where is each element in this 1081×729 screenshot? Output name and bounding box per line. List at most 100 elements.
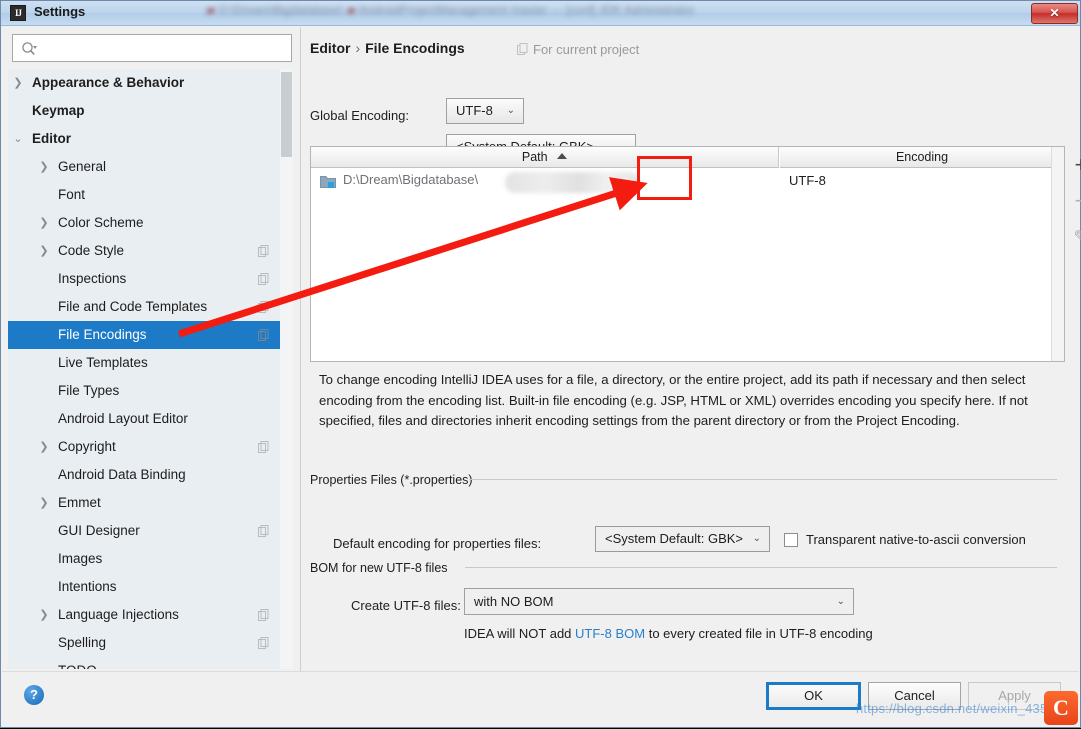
bom-hint: IDEA will NOT add UTF-8 BOM to every cre… — [464, 626, 873, 641]
chevron-right-icon[interactable]: ❯ — [38, 153, 50, 181]
sidebar-item-inspections[interactable]: Inspections — [8, 265, 293, 293]
copy-icon — [258, 525, 269, 537]
row-path-redacted — [505, 172, 640, 193]
bom-hint-suffix: to every created file in UTF-8 encoding — [645, 626, 873, 641]
sidebar-item-label: Live Templates — [58, 355, 148, 370]
copy-icon — [258, 441, 269, 453]
sidebar-item-label: Emmet — [58, 495, 101, 510]
table-header-encoding[interactable]: Encoding — [780, 147, 1064, 168]
table-scrollbar[interactable] — [1051, 147, 1064, 361]
for-current-project-label: For current project — [517, 42, 639, 57]
encoding-cell-utf8[interactable]: UTF-8 — [789, 173, 826, 188]
global-encoding-value: UTF-8 — [456, 103, 493, 118]
sidebar-item-file-and-code-templates[interactable]: File and Code Templates — [8, 293, 293, 321]
sidebar-item-label: Copyright — [58, 439, 116, 454]
sidebar-item-code-style[interactable]: ❯ Code Style — [8, 237, 293, 265]
copy-icon — [258, 273, 269, 285]
close-icon[interactable]: ✕ — [1031, 3, 1078, 24]
add-row-button[interactable]: + — [1066, 150, 1081, 180]
sidebar-item-images[interactable]: Images — [8, 545, 293, 573]
sidebar-item-spelling[interactable]: Spelling — [8, 629, 293, 657]
table-header-path[interactable]: Path — [311, 147, 779, 168]
row-path-text: D:\Dream\Bigdatabase\ — [343, 172, 479, 187]
sidebar-scrollbar-track[interactable] — [280, 69, 293, 669]
minus-icon: − — [1074, 188, 1081, 213]
sidebar-item-language-injections[interactable]: ❯ Language Injections — [8, 601, 293, 629]
sidebar-item-todo[interactable]: TODO — [8, 657, 293, 669]
default-properties-encoding-label: Default encoding for properties files: — [333, 536, 542, 551]
sidebar-item-live-templates[interactable]: Live Templates — [8, 349, 293, 377]
sidebar-item-editor[interactable]: ⌄ Editor — [8, 125, 293, 153]
pencil-icon: ✎ — [1066, 222, 1081, 252]
sidebar-item-label: Color Scheme — [58, 215, 144, 230]
chevron-right-icon[interactable]: ❯ — [38, 601, 50, 629]
transparent-native-to-ascii-checkbox[interactable] — [784, 533, 798, 547]
copy-icon — [258, 329, 269, 341]
copy-icon — [258, 245, 269, 257]
breadcrumb-current: File Encodings — [365, 40, 465, 56]
help-button[interactable]: ? — [24, 685, 44, 705]
copy-icon — [258, 301, 269, 313]
create-utf8-files-value: with NO BOM — [474, 594, 554, 609]
create-utf8-files-select[interactable]: with NO BOM ⌄ — [464, 588, 854, 615]
sidebar-item-font[interactable]: Font — [8, 181, 293, 209]
settings-dialog: IJ Settings ▰ D:\Dream\Bigdatabase\ ▰ An… — [0, 0, 1081, 728]
window-titlebar: IJ Settings ▰ D:\Dream\Bigdatabase\ ▰ An… — [1, 1, 1080, 26]
sidebar-item-intentions[interactable]: Intentions — [8, 573, 293, 601]
sidebar-item-label: Keymap — [32, 103, 85, 118]
sidebar-item-label: Android Data Binding — [58, 467, 186, 482]
global-encoding-select[interactable]: UTF-8 ⌄ — [446, 98, 524, 124]
chevron-down-icon[interactable]: ⌄ — [12, 125, 24, 153]
search-icon — [22, 42, 37, 55]
sort-asc-icon — [557, 153, 568, 159]
table-toolbar: + − ✎ — [1066, 146, 1081, 362]
ok-button[interactable]: OK — [766, 682, 861, 710]
sidebar-item-label: Editor — [32, 131, 71, 146]
chevron-right-icon[interactable]: ❯ — [38, 433, 50, 461]
window-title-blurred-path: ▰ D:\Dream\Bigdatabase\ ▰ AndroidProject… — [206, 3, 695, 17]
chevron-down-icon: ⌄ — [506, 105, 515, 116]
folder-icon — [320, 176, 336, 188]
copy-icon — [258, 637, 269, 649]
chevron-right-icon[interactable]: ❯ — [38, 237, 50, 265]
global-encoding-label: Global Encoding: — [310, 108, 410, 123]
bom-group-divider — [465, 567, 1057, 568]
sidebar-item-label: Android Layout Editor — [58, 411, 188, 426]
transparent-native-to-ascii-label[interactable]: Transparent native-to-ascii conversion — [806, 532, 1026, 547]
sidebar-item-copyright[interactable]: ❯ Copyright — [8, 433, 293, 461]
sidebar-scrollbar-thumb[interactable] — [281, 72, 292, 157]
sidebar-item-gui-designer[interactable]: GUI Designer — [8, 517, 293, 545]
utf8-bom-link[interactable]: UTF-8 BOM — [575, 626, 645, 641]
default-properties-encoding-select[interactable]: <System Default: GBK> ⌄ — [595, 526, 770, 552]
copy-icon — [258, 609, 269, 621]
sidebar-item-label: File Types — [58, 383, 120, 398]
sidebar-item-label: Code Style — [58, 243, 125, 258]
sidebar-item-keymap[interactable]: Keymap — [8, 97, 293, 125]
sidebar-item-color-scheme[interactable]: ❯ Color Scheme — [8, 209, 293, 237]
chevron-right-icon[interactable]: ❯ — [12, 69, 24, 97]
sidebar-item-file-types[interactable]: File Types — [8, 377, 293, 405]
sidebar-item-android-data-binding[interactable]: Android Data Binding — [8, 461, 293, 489]
edit-row-button[interactable]: ✎ — [1066, 222, 1081, 252]
sidebar-item-file-encodings[interactable]: File Encodings — [8, 321, 293, 349]
chevron-right-icon[interactable]: ❯ — [38, 209, 50, 237]
remove-row-button[interactable]: − — [1066, 186, 1081, 216]
sidebar-item-appearance-behavior[interactable]: ❯ Appearance & Behavior — [8, 69, 293, 97]
window-title: Settings — [34, 4, 86, 19]
breadcrumb-parent[interactable]: Editor — [310, 40, 350, 56]
search-box[interactable] — [12, 34, 292, 62]
sidebar-item-general[interactable]: ❯ General — [8, 153, 293, 181]
file-encodings-panel: Editor › File Encodings For current projec… — [300, 27, 1081, 672]
sidebar-item-emmet[interactable]: ❯ Emmet — [8, 489, 293, 517]
intellij-idea-icon: IJ — [10, 5, 26, 21]
chevron-down-icon: ⌄ — [752, 533, 761, 544]
chevron-down-icon: ⌄ — [836, 596, 845, 607]
sidebar-item-label: Font — [58, 187, 86, 202]
breadcrumb: Editor › File Encodings — [310, 40, 465, 56]
sidebar-item-android-layout-editor[interactable]: Android Layout Editor — [8, 405, 293, 433]
sidebar-item-label: GUI Designer — [58, 523, 140, 538]
chevron-right-icon[interactable]: ❯ — [38, 489, 50, 517]
settings-tree[interactable]: ❯ Appearance & Behavior Keymap ⌄ Editor ❯ Gene… — [8, 69, 293, 669]
search-input[interactable] — [43, 39, 283, 58]
properties-group-title: Properties Files (*.properties) — [310, 473, 480, 487]
